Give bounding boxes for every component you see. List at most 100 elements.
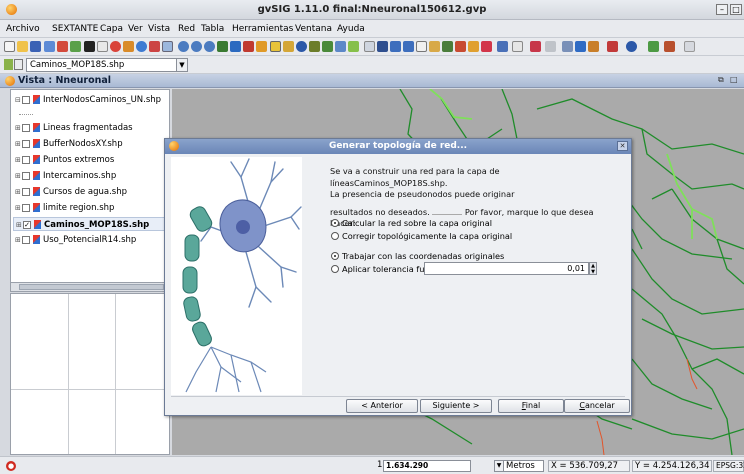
new-project-icon[interactable] [4,41,15,52]
toc-layer-puntos[interactable]: ⊞ Puntos extremos [15,153,114,167]
geoprocess-icon[interactable] [123,41,134,52]
layer-checkbox[interactable] [22,95,30,104]
toc-layer-caminos[interactable]: ⊞ ✓ Caminos_MOP18S.shp [13,217,167,231]
option-correct-topology[interactable]: Corregir topológicamente la capa origina… [331,230,512,242]
tolerance-spinner[interactable]: ▲ ▼ [589,262,597,275]
zoom-in-icon[interactable] [178,41,189,52]
next-button[interactable]: Siguiente > [420,399,492,413]
toc-layer-buffernodos[interactable]: ⊞ BufferNodosXY.shp [15,137,123,151]
graphics-icon[interactable] [335,41,346,52]
layer-checkbox[interactable] [22,203,30,212]
expand-icon[interactable]: ⊞ [15,153,22,167]
radio-selected[interactable] [331,218,339,227]
add-layer-icon[interactable] [44,41,55,52]
star-icon[interactable] [468,41,479,52]
menu-herramientas[interactable]: Herramientas [232,24,293,34]
menu-ventana[interactable]: Ventana [295,24,332,34]
minimize-button[interactable]: – [716,4,728,15]
grid-icon[interactable] [512,41,523,52]
zoom-previous-icon[interactable] [256,41,267,52]
copy-icon[interactable] [97,41,108,52]
sextante-icon[interactable] [136,41,147,52]
expand-icon[interactable]: ⊞ [15,137,22,151]
expand-icon[interactable]: ⊞ [15,169,22,183]
option-original-coords[interactable]: Trabajar con las coordenadas originales [331,250,504,262]
hyperlink-icon[interactable] [283,41,294,52]
select-by-attr-icon[interactable] [429,41,440,52]
units-select[interactable]: ▼ Metros [494,460,544,472]
print-icon[interactable] [84,41,95,52]
toc-layer-cursos[interactable]: ⊞ Cursos de agua.shp [15,185,127,199]
menu-archivo[interactable]: Archivo [6,24,40,34]
menu-red[interactable]: Red [178,24,195,34]
window-maximize-icon[interactable]: □ [730,75,738,84]
layer-properties-icon[interactable] [70,41,81,52]
edit-vertex-icon[interactable] [545,41,556,52]
layer-checkbox[interactable] [22,235,30,244]
layer-checkbox[interactable] [22,187,30,196]
select-point-icon[interactable] [364,41,375,52]
info-select-icon[interactable] [270,41,281,52]
menu-ver[interactable]: Ver [128,24,143,34]
expand-icon[interactable]: ⊞ [15,201,22,215]
edit-icon[interactable] [530,41,541,52]
close-icon[interactable]: ✕ [617,141,628,151]
stop-icon[interactable] [110,41,121,52]
filter-icon[interactable] [481,41,492,52]
chart-icon[interactable] [648,41,659,52]
cancel-button[interactable]: Cancelar [564,399,630,413]
export-icon[interactable] [664,41,675,52]
active-layer-select[interactable]: Caminos_MOP18S.shp ▼ [26,58,188,72]
expand-icon[interactable]: ⊞ [15,233,22,247]
toc-layer-internodoscaminos[interactable]: ⊟ InterNodosCaminos_UN.shp [15,93,161,107]
toc-layer-uso[interactable]: ⊞ Uso_PotencialR14.shp [15,233,136,247]
menu-ayuda[interactable]: Ayuda [337,24,365,34]
chevron-down-icon[interactable]: ▼ [495,461,504,471]
settings-icon[interactable] [684,41,695,52]
information-icon[interactable] [296,41,307,52]
menu-vista[interactable]: Vista [148,24,170,34]
menu-tabla[interactable]: Tabla [201,24,224,34]
error-icon[interactable]: ● [6,461,16,471]
locator-map[interactable] [10,293,170,455]
toc-scrollbar[interactable] [10,282,170,292]
search-icon[interactable] [575,41,586,52]
toc-layer-lineas[interactable]: ⊞ Lineas fragmentadas [15,121,133,135]
chevron-down-icon[interactable]: ▼ [176,59,187,71]
layer-checkbox[interactable] [22,155,30,164]
network-icon[interactable] [497,41,508,52]
pan-icon[interactable] [230,41,241,52]
select-cursor-icon[interactable] [377,41,388,52]
layer-checkbox[interactable] [22,139,30,148]
restore-icon[interactable]: ⧉ [718,75,724,85]
magnifier-icon[interactable] [626,41,637,52]
expand-icon[interactable]: ⊞ [16,218,23,232]
remove-layer-icon[interactable] [57,41,68,52]
option-calculate-original[interactable]: Calcular la red sobre la capa original [331,217,492,229]
maximize-button[interactable]: □ [730,4,742,15]
locator-icon[interactable] [348,41,359,52]
layer-checkbox-checked[interactable]: ✓ [23,220,31,229]
expand-icon[interactable]: ⊟ [15,93,22,107]
select-rect-icon[interactable] [390,41,401,52]
save-project-icon[interactable] [30,41,41,52]
toc-layer-limite[interactable]: ⊞ limite region.shp [15,201,114,215]
route-icon[interactable] [588,41,599,52]
select-polygon-icon[interactable] [403,41,414,52]
previous-button[interactable]: < Anterior [346,399,418,413]
layer-checkbox[interactable] [22,171,30,180]
zoom-out-icon[interactable] [191,41,202,52]
invert-selection-icon[interactable] [442,41,453,52]
print-layout-icon[interactable] [562,41,573,52]
finish-button[interactable]: Final [498,399,564,413]
measure-distance-icon[interactable] [309,41,320,52]
zoom-select-icon[interactable] [243,41,254,52]
layout-icon[interactable] [607,41,618,52]
menu-sextante[interactable]: SEXTANTE [52,24,98,34]
menu-capa[interactable]: Capa [100,24,123,34]
radio-selected[interactable] [331,251,339,260]
open-project-icon[interactable] [17,41,28,52]
option-fuzzy-tolerance[interactable]: Aplicar tolerancia fuzzi [331,263,435,275]
zoom-window-icon[interactable] [204,41,215,52]
radio-unselected[interactable] [331,231,339,240]
